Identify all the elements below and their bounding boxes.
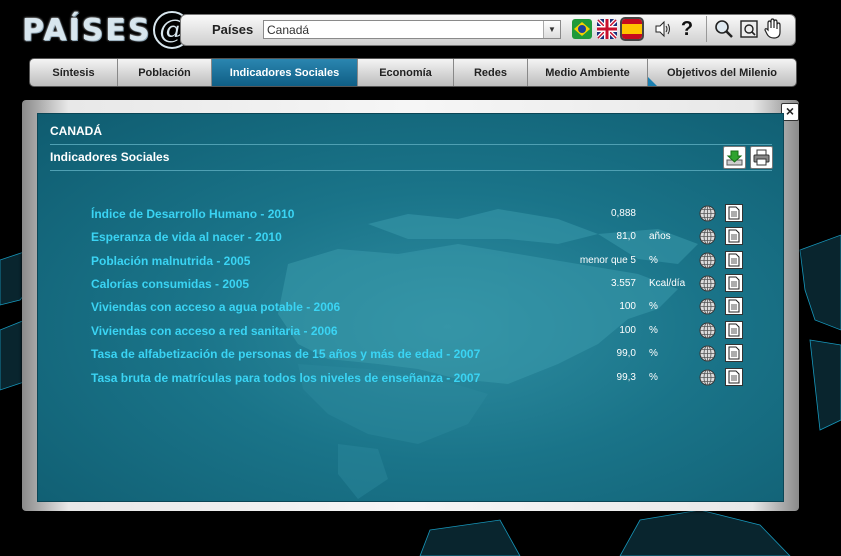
download-icon: [726, 150, 743, 166]
brazil-flag-icon[interactable]: [572, 19, 592, 39]
indicator-link[interactable]: Viviendas con acceso a red sanitaria - 2…: [91, 324, 338, 338]
indicator-link[interactable]: Esperanza de vida al nacer - 2010: [91, 230, 282, 244]
country-dropdown[interactable]: Canadá ▼: [263, 20, 561, 39]
fit-view-icon[interactable]: [737, 17, 761, 41]
pan-hand-icon[interactable]: [761, 17, 785, 41]
indicator-row: Esperanza de vida al nacer - 2010 81,0 a…: [0, 227, 841, 247]
spain-flag-icon[interactable]: [620, 17, 644, 41]
document-icon[interactable]: [725, 344, 743, 362]
header-divider: [50, 144, 772, 145]
tab-label: Población: [138, 66, 191, 79]
indicator-row: Viviendas con acceso a agua potable - 20…: [0, 297, 841, 317]
globe-icon[interactable]: [699, 298, 716, 315]
indicator-value: 3.557: [610, 278, 636, 289]
globe-icon[interactable]: [699, 205, 716, 222]
indicator-value: 100: [619, 301, 636, 312]
download-button[interactable]: [723, 146, 746, 169]
indicator-link[interactable]: Viviendas con acceso a agua potable - 20…: [91, 300, 340, 314]
indicator-value: 81,0: [616, 231, 636, 242]
tab-corner-marker: [648, 77, 657, 86]
tab-label: Economía: [379, 66, 432, 79]
print-button[interactable]: [750, 146, 773, 169]
section-divider: [50, 170, 772, 171]
indicator-row: Población malnutrida - 2005 menor que 5 …: [0, 251, 841, 271]
section-tabs: Síntesis Población Indicadores Sociales …: [29, 58, 797, 87]
indicator-unit: %: [649, 301, 658, 312]
tab-label: Redes: [473, 66, 508, 79]
indicator-value: 100: [619, 325, 636, 336]
indicator-link[interactable]: Población malnutrida - 2005: [91, 254, 250, 268]
tab-label: Indicadores Sociales: [229, 66, 340, 79]
globe-icon[interactable]: [699, 369, 716, 386]
indicator-value: 99,0: [616, 348, 636, 359]
indicator-row: Tasa bruta de matrículas para todos los …: [0, 368, 841, 388]
tab-label: Síntesis: [52, 66, 95, 79]
tab-redes[interactable]: Redes: [454, 59, 528, 86]
tab-indicadores-sociales[interactable]: Indicadores Sociales: [212, 59, 358, 86]
indicator-unit: %: [649, 325, 658, 336]
indicator-value: 99,3: [616, 372, 636, 383]
globe-icon[interactable]: [699, 275, 716, 292]
country-dropdown-value: Canadá: [267, 23, 310, 37]
indicator-row: Calorías consumidas - 2005 3.557 Kcal/dí…: [0, 274, 841, 294]
uk-flag-icon[interactable]: [597, 19, 617, 39]
indicator-link[interactable]: Tasa bruta de matrículas para todos los …: [91, 371, 480, 385]
indicator-value: menor que 5: [579, 255, 636, 266]
indicator-row: Viviendas con acceso a red sanitaria - 2…: [0, 321, 841, 341]
toolbar-divider: [706, 16, 707, 42]
document-icon[interactable]: [725, 251, 743, 269]
document-icon[interactable]: [725, 321, 743, 339]
indicator-unit: %: [649, 348, 658, 359]
document-icon[interactable]: [725, 368, 743, 386]
paises-logo: PAÍSES @: [22, 10, 192, 50]
indicator-link[interactable]: Calorías consumidas - 2005: [91, 277, 249, 291]
document-icon[interactable]: [725, 227, 743, 245]
indicator-row: Índice de Desarrollo Humano - 2010 0,888: [0, 204, 841, 224]
globe-icon[interactable]: [699, 252, 716, 269]
zoom-icon[interactable]: [712, 17, 736, 41]
section-title: Indicadores Sociales: [50, 150, 170, 164]
logo-text: PAÍSES: [22, 12, 152, 48]
indicator-link[interactable]: Tasa de alfabetización de personas de 15…: [91, 347, 480, 361]
document-icon[interactable]: [725, 204, 743, 222]
country-title: CANADÁ: [50, 124, 102, 138]
tab-sintesis[interactable]: Síntesis: [30, 59, 118, 86]
indicator-unit: Kcal/día: [649, 278, 686, 289]
globe-icon[interactable]: [699, 322, 716, 339]
country-label: Países: [212, 22, 254, 37]
indicator-row: Tasa de alfabetización de personas de 15…: [0, 344, 841, 364]
chevron-down-icon[interactable]: ▼: [543, 21, 560, 38]
help-icon[interactable]: ?: [675, 17, 699, 41]
globe-icon[interactable]: [699, 345, 716, 362]
indicator-unit: años: [649, 231, 671, 242]
tab-economia[interactable]: Economía: [358, 59, 454, 86]
globe-icon[interactable]: [699, 228, 716, 245]
indicator-value: 0,888: [610, 208, 636, 219]
tab-objetivos-del-milenio[interactable]: Objetivos del Milenio: [648, 59, 796, 86]
document-icon[interactable]: [725, 274, 743, 292]
tab-medio-ambiente[interactable]: Medio Ambiente: [528, 59, 648, 86]
print-icon: [753, 149, 770, 166]
tab-label: Objetivos del Milenio: [666, 66, 778, 79]
document-icon[interactable]: [725, 297, 743, 315]
indicator-link[interactable]: Índice de Desarrollo Humano - 2010: [91, 207, 294, 221]
indicator-unit: %: [649, 372, 658, 383]
tab-label: Medio Ambiente: [545, 66, 630, 79]
tab-poblacion[interactable]: Población: [118, 59, 212, 86]
indicator-unit: %: [649, 255, 658, 266]
sound-icon[interactable]: [651, 17, 675, 41]
